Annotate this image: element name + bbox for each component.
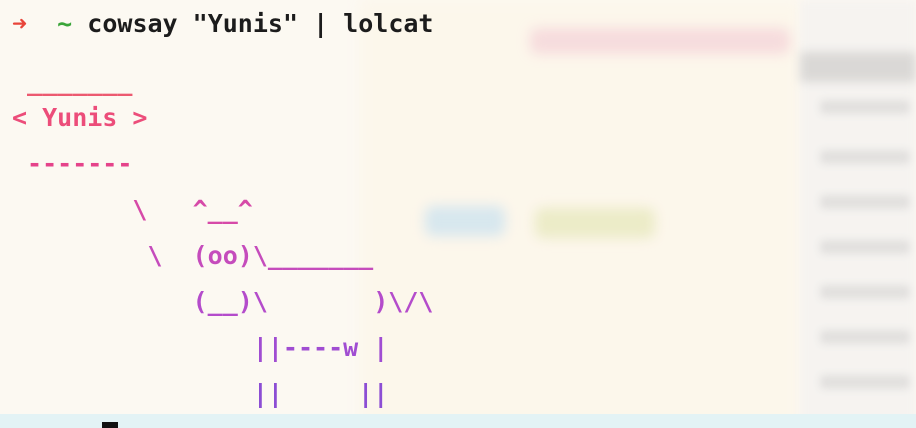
cowsay-output-line: ------- [12, 149, 133, 178]
command-text: cowsay "Yunis" | lolcat [87, 9, 434, 38]
prompt-line: ➜ ~ cowsay "Yunis" | lolcat [12, 8, 433, 40]
cowsay-output-line: _______ [12, 67, 133, 96]
cowsay-output-line: \ (oo)\_______ [12, 241, 374, 270]
cowsay-output-line: (__)\ )\/\ [12, 287, 434, 316]
cowsay-output-line: || || [12, 379, 389, 408]
cowsay-output-line: < Yunis > [12, 103, 148, 132]
current-line-highlight [0, 414, 916, 428]
prompt-arrow-icon: ➜ [12, 9, 28, 38]
cowsay-output-line: \ ^__^ [12, 195, 253, 224]
terminal-window[interactable]: ➜ ~ cowsay "Yunis" | lolcat _______ < Yu… [0, 0, 916, 428]
prompt-directory: ~ [57, 9, 73, 38]
text-cursor[interactable] [102, 422, 118, 428]
cowsay-output-line: ||----w | [12, 333, 389, 362]
